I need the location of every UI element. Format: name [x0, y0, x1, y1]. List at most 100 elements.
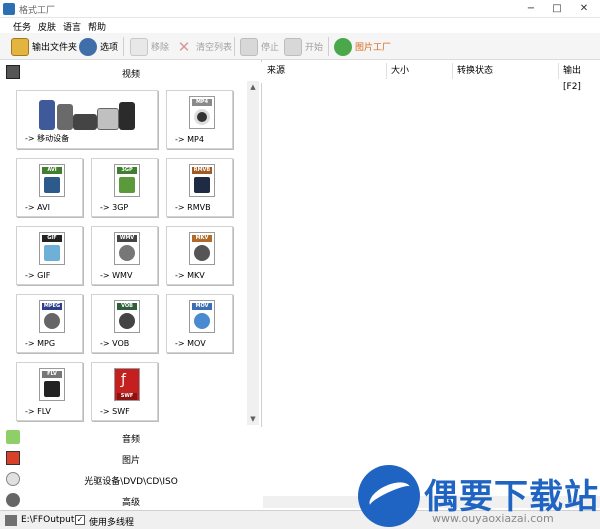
folder-icon: [11, 37, 29, 56]
wmv-file-icon: WMV: [114, 232, 140, 265]
clear-x-icon: ✕: [177, 37, 191, 56]
picture-icon: [6, 451, 20, 465]
menu-task[interactable]: 任务: [13, 20, 31, 33]
tile-swf[interactable]: SWF ƒ -> SWF: [91, 362, 158, 421]
options-button[interactable]: 选项: [79, 36, 118, 57]
tile-label: -> 移动设备: [25, 134, 70, 143]
tile-label: -> MOV: [175, 339, 206, 348]
film-icon: [6, 65, 20, 79]
advanced-gear-icon: [6, 493, 20, 507]
swf-file-icon: SWF ƒ: [114, 368, 140, 401]
options-label: 选项: [100, 43, 119, 53]
mp4-file-icon: MP4: [189, 96, 215, 129]
menu-help[interactable]: 帮助: [88, 20, 106, 33]
tile-label: -> GIF: [25, 271, 51, 280]
audio-category[interactable]: 音频: [0, 427, 262, 448]
close-button[interactable]: ✕: [572, 1, 596, 17]
tile-label: -> MKV: [175, 271, 205, 280]
scroll-up-arrow[interactable]: ▲: [247, 81, 259, 93]
rom-category-label: 光驱设备\DVD\CD\ISO: [84, 477, 178, 487]
menu-bar: 任务 皮肤 语言 帮助: [0, 18, 600, 33]
tile-rmvb[interactable]: RMVB -> RMVB: [166, 158, 233, 217]
mobile-devices-icon: [35, 96, 139, 130]
remove-icon: [130, 37, 148, 56]
picture-factory-button[interactable]: 图片工厂: [334, 36, 391, 57]
folder-icon: [5, 515, 17, 526]
toolbar: 输出文件夹 选项 移除 ✕ 清空列表 停止 开始 图片工厂: [0, 33, 600, 60]
vob-file-icon: VOB: [114, 300, 140, 333]
disc-icon: [6, 472, 20, 486]
tile-label: -> VOB: [100, 339, 130, 348]
tile-label: -> MP4: [175, 135, 204, 144]
remove-label: 移除: [151, 43, 170, 53]
output-folder-label: 输出文件夹: [32, 43, 78, 53]
tile-3gp[interactable]: 3GP -> 3GP: [91, 158, 158, 217]
tile-label: -> MPG: [25, 339, 56, 348]
clear-list-label: 清空列表: [196, 43, 233, 53]
tile-gif[interactable]: GIF -> GIF: [16, 226, 83, 285]
watermark: 偶要下载站 www.ouyaoxiazai.com: [354, 462, 600, 529]
task-list: 来源 大小 转换状态 输出 [F2]: [263, 60, 600, 510]
tile-mpg[interactable]: MPEG -> MPG: [16, 294, 83, 353]
output-folder-button[interactable]: 输出文件夹: [11, 36, 77, 57]
tile-label: -> WMV: [100, 271, 133, 280]
remove-button[interactable]: 移除: [130, 36, 169, 57]
stop-label: 停止: [261, 43, 280, 53]
tile-mp4[interactable]: MP4 -> MP4: [166, 90, 233, 149]
video-category[interactable]: 视频: [0, 62, 262, 83]
multithread-checkbox[interactable]: ✓: [75, 515, 85, 525]
toolbar-divider: [328, 37, 329, 56]
picture-category[interactable]: 图片: [0, 448, 262, 469]
picture-factory-label: 图片工厂: [355, 43, 392, 53]
tile-label: -> AVI: [25, 203, 50, 212]
scroll-down-arrow[interactable]: ▼: [247, 413, 259, 425]
watermark-logo-icon: [358, 465, 420, 527]
gear-icon: [79, 37, 97, 56]
gif-file-icon: GIF: [39, 232, 65, 265]
start-label: 开始: [305, 43, 324, 53]
column-source[interactable]: 来源: [263, 63, 387, 79]
tile-vob[interactable]: VOB -> VOB: [91, 294, 158, 353]
advanced-category[interactable]: 高级: [0, 490, 262, 511]
watermark-title: 偶要下载站: [424, 477, 599, 517]
mkv-file-icon: MKV: [189, 232, 215, 265]
music-note-icon: [6, 430, 20, 444]
tile-mobile-device[interactable]: -> 移动设备: [16, 90, 158, 149]
maximize-button[interactable]: □: [545, 1, 569, 17]
toolbar-divider: [234, 37, 235, 56]
picture-category-label: 图片: [121, 456, 140, 466]
title-bar: 格式工厂 − □ ✕: [0, 0, 600, 18]
column-status[interactable]: 转换状态: [453, 63, 559, 79]
advanced-category-label: 高级: [121, 498, 140, 508]
rmvb-file-icon: RMVB: [189, 164, 215, 197]
tile-wmv[interactable]: WMV -> WMV: [91, 226, 158, 285]
tile-mov[interactable]: MOV -> MOV: [166, 294, 233, 353]
column-size[interactable]: 大小: [387, 63, 453, 79]
minimize-button[interactable]: −: [519, 1, 543, 17]
toolbar-divider: [123, 37, 124, 56]
mpg-file-icon: MPEG: [39, 300, 65, 333]
tile-label: -> 3GP: [100, 203, 129, 212]
menu-skin[interactable]: 皮肤: [38, 20, 56, 33]
tile-flv[interactable]: FLV -> FLV: [16, 362, 83, 421]
video-category-label: 视频: [121, 70, 140, 80]
format-scrollbar[interactable]: ▲ ▼: [247, 81, 259, 425]
tile-mkv[interactable]: MKV -> MKV: [166, 226, 233, 285]
rom-device-category[interactable]: 光驱设备\DVD\CD\ISO: [0, 469, 262, 490]
start-button[interactable]: 开始: [284, 36, 323, 57]
video-format-grid: -> 移动设备 MP4 -> MP4 AVI -> AVI 3GP -> 3GP…: [14, 87, 245, 425]
menu-language[interactable]: 语言: [63, 20, 81, 33]
clear-list-button[interactable]: ✕ 清空列表: [175, 36, 232, 57]
stop-button[interactable]: 停止: [240, 36, 279, 57]
picture-factory-icon: [334, 37, 352, 56]
app-icon: [3, 3, 15, 15]
tile-label: -> FLV: [25, 407, 51, 416]
3gp-file-icon: 3GP: [114, 164, 140, 197]
output-path[interactable]: E:\FFOutput: [21, 515, 74, 525]
tile-label: -> RMVB: [175, 203, 211, 212]
start-icon: [284, 37, 302, 56]
tile-avi[interactable]: AVI -> AVI: [16, 158, 83, 217]
column-output[interactable]: 输出 [F2]: [559, 63, 600, 92]
window-title: 格式工厂: [19, 6, 56, 16]
flv-file-icon: FLV: [39, 368, 65, 401]
